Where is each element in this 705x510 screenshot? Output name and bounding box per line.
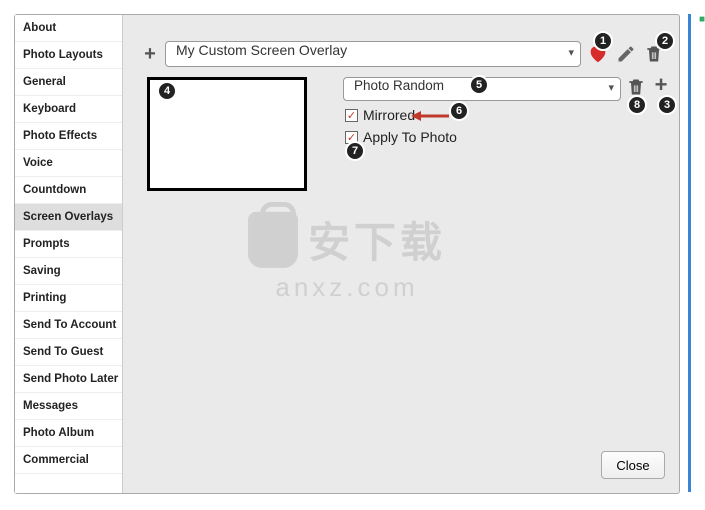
sidebar-item-commercial[interactable]: Commercial (15, 447, 122, 474)
callout-5: 5 (469, 75, 489, 95)
cropped-text: ■ (699, 14, 705, 25)
sidebar-item-voice[interactable]: Voice (15, 150, 122, 177)
sidebar-item-keyboard[interactable]: Keyboard (15, 96, 122, 123)
sidebar-item-messages[interactable]: Messages (15, 393, 122, 420)
content-area: + My Custom Screen Overlay Photo Random … (123, 15, 679, 493)
callout-3: 3 (657, 95, 677, 115)
sidebar-item-printing[interactable]: Printing (15, 285, 122, 312)
sidebar-item-prompts[interactable]: Prompts (15, 231, 122, 258)
annotation-arrow (411, 109, 451, 123)
sidebar-item-photo-layouts[interactable]: Photo Layouts (15, 42, 122, 69)
right-edge-bar (688, 14, 691, 492)
callout-7: 7 (345, 141, 365, 161)
close-button[interactable]: Close (601, 451, 665, 479)
source-value: Photo Random (354, 78, 444, 93)
callout-8: 8 (627, 95, 647, 115)
callout-1: 1 (593, 31, 613, 51)
mirrored-label: Mirrored (363, 107, 415, 123)
sidebar-item-screen-overlays[interactable]: Screen Overlays (15, 204, 122, 231)
apply-to-photo-label: Apply To Photo (363, 129, 457, 145)
sidebar-item-saving[interactable]: Saving (15, 258, 122, 285)
sidebar-item-photo-album[interactable]: Photo Album (15, 420, 122, 447)
sidebar-item-send-photo-later[interactable]: Send Photo Later (15, 366, 122, 393)
add-source-button[interactable]: + (651, 75, 671, 95)
mirrored-checkbox[interactable]: ✓ (345, 109, 358, 122)
sidebar-item-send-to-account[interactable]: Send To Account (15, 312, 122, 339)
pencil-icon (616, 44, 636, 64)
sidebar-item-general[interactable]: General (15, 69, 122, 96)
edit-button[interactable] (615, 43, 637, 65)
callout-4: 4 (157, 81, 177, 101)
add-overlay-button[interactable]: + (141, 45, 159, 63)
sidebar-item-about[interactable]: About (15, 15, 122, 42)
overlay-name-select[interactable]: My Custom Screen Overlay (165, 41, 581, 67)
overlay-name-value: My Custom Screen Overlay (176, 42, 347, 58)
callout-2: 2 (655, 31, 675, 51)
sidebar-item-send-to-guest[interactable]: Send To Guest (15, 339, 122, 366)
sidebar-item-photo-effects[interactable]: Photo Effects (15, 123, 122, 150)
sidebar-item-countdown[interactable]: Countdown (15, 177, 122, 204)
callout-6: 6 (449, 101, 469, 121)
sidebar: AboutPhoto LayoutsGeneralKeyboardPhoto E… (15, 15, 123, 493)
